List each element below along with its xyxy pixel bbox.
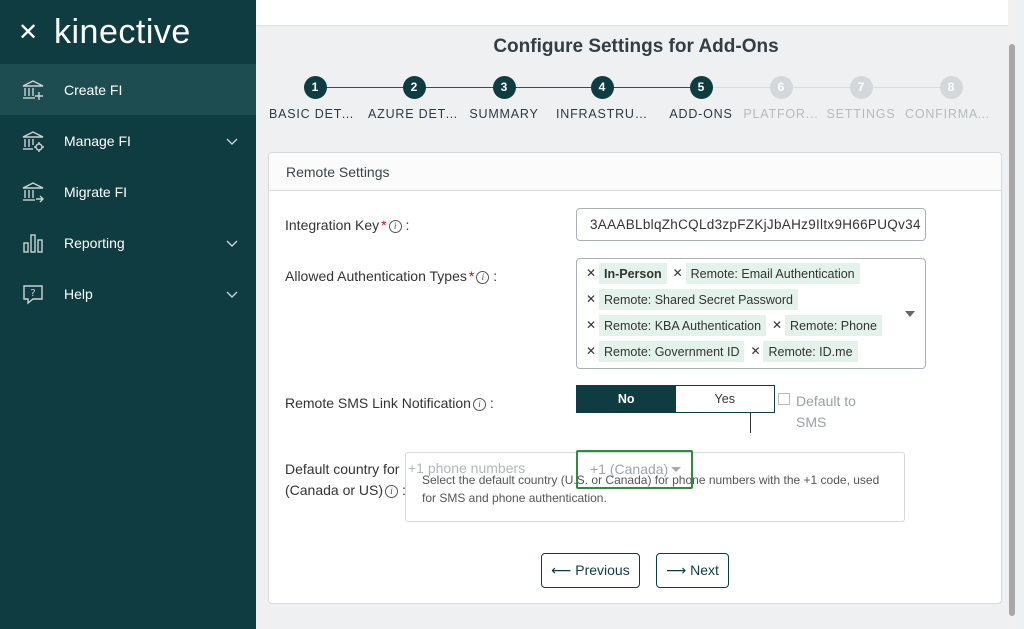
remove-tag-icon[interactable]: ✕	[583, 289, 599, 310]
sms-toggle: No Yes	[576, 385, 775, 413]
step-label: SUMMARY	[469, 107, 539, 121]
divider	[750, 413, 751, 433]
arrow-right-icon: ⟶	[666, 562, 687, 578]
auth-tag: ✕ Remote: ID.me	[747, 341, 858, 362]
step-number: 6	[769, 76, 793, 99]
auth-types-multiselect[interactable]: ✕ In-Person ✕ Remote: Email Authentication …	[576, 258, 926, 369]
auth-tag: ✕ Remote: Government ID	[583, 341, 745, 362]
step-number: 4	[590, 76, 614, 99]
remove-tag-icon[interactable]: ✕	[769, 315, 786, 336]
chevron-down-icon	[226, 133, 238, 149]
step-number: 1	[303, 76, 327, 99]
step-number: 5	[689, 76, 713, 99]
auth-tag: ✕ Remote: Shared Secret Password	[583, 289, 798, 310]
scrollbar[interactable]	[1008, 0, 1016, 629]
auth-tag: ✕ Remote: Email Authentication	[669, 263, 860, 284]
country-select[interactable]: +1 (Canada)	[576, 450, 693, 489]
auth-tag: ✕ In-Person	[583, 263, 667, 284]
step-infrastructure[interactable]: 4 INFRASTRUCT...	[556, 76, 648, 121]
integration-key-label: Integration Key * i :	[285, 217, 410, 233]
dropdown-arrow-icon	[671, 467, 681, 472]
auth-types-label: Allowed Authentication Types * i :	[285, 268, 498, 284]
page-title: Configure Settings for Add-Ons	[493, 36, 779, 57]
sidebar-item-create-fi[interactable]: Create FI	[0, 64, 256, 115]
kinective-logo: kinective	[54, 12, 191, 51]
step-platform: 6 PLATFOR...	[735, 76, 827, 121]
sidebar-item-reporting[interactable]: Reporting	[0, 217, 256, 268]
step-summary[interactable]: 3 SUMMARY	[458, 76, 550, 121]
sidebar-item-migrate-fi[interactable]: Migrate FI	[0, 166, 256, 217]
remove-tag-icon[interactable]: ✕	[583, 341, 599, 362]
country-label: Default country for (Canada or US) i :	[285, 461, 406, 498]
step-number: 3	[492, 76, 516, 99]
integration-key-input[interactable]: 3AAABLblqZhCQLd3zpFZKjJbAHz9Iltx9H66PUQv…	[576, 208, 926, 241]
help-bubble-icon: ?	[20, 281, 46, 307]
svg-text:?: ?	[30, 288, 35, 299]
remove-tag-icon[interactable]: ✕	[747, 341, 764, 362]
bank-plus-icon	[20, 77, 46, 103]
auth-tag: ✕ Remote: KBA Authentication	[583, 315, 767, 336]
info-icon[interactable]: i	[388, 220, 402, 233]
remove-tag-icon[interactable]: ✕	[583, 263, 599, 284]
auth-tag: ✕ Remote: Phone	[769, 315, 882, 336]
step-settings: 7 SETTINGS	[815, 76, 907, 121]
stepper: 1 BASIC DETA... 2 AZURE DETA... 3 SUMMAR…	[268, 76, 1013, 136]
remove-tag-icon[interactable]: ✕	[583, 315, 599, 336]
bar-chart-icon	[20, 230, 46, 256]
next-button[interactable]: ⟶ Next	[656, 553, 729, 588]
step-number: 7	[849, 76, 873, 99]
info-icon[interactable]: i	[385, 485, 399, 498]
step-label: ADD-ONS	[669, 107, 733, 121]
step-add-ons[interactable]: 5 ADD-ONS	[655, 76, 747, 121]
info-icon[interactable]: i	[476, 271, 490, 284]
main-content: Configure Settings for Add-Ons 1 BASIC D…	[256, 0, 1016, 629]
step-label: SETTINGS	[826, 107, 896, 121]
step-label: BASIC DETA...	[269, 107, 361, 121]
sidebar-header: ✕ kinective	[0, 0, 256, 64]
bank-arrow-icon	[20, 179, 46, 205]
remote-settings-card: Remote Settings Integration Key * i : 3AAA…	[268, 152, 1002, 604]
sidebar-item-label: Manage FI	[64, 132, 131, 149]
sms-label: Remote SMS Link Notification i :	[285, 395, 494, 411]
sidebar: ✕ kinective Create FI Manage FI Migrate …	[0, 0, 256, 629]
card-title: Remote Settings	[269, 153, 1001, 191]
country-value: +1 (Canada)	[590, 461, 669, 477]
default-to-sms-label: Default to SMS	[796, 393, 856, 430]
chevron-down-icon	[226, 235, 238, 251]
arrow-left-icon: ⟵	[551, 562, 572, 578]
required-marker: *	[381, 217, 387, 233]
bank-gear-icon	[20, 128, 46, 154]
chevron-down-icon	[226, 286, 238, 302]
required-marker: *	[468, 268, 475, 284]
top-bar	[256, 0, 1016, 26]
sms-option-no[interactable]: No	[577, 386, 676, 412]
step-confirmation: 8 CONFIRMATI...	[905, 76, 997, 121]
step-basic-details[interactable]: 1 BASIC DETA...	[269, 76, 361, 121]
sidebar-item-label: Create FI	[64, 81, 123, 98]
previous-button[interactable]: ⟵ Previous	[541, 553, 640, 588]
step-label: INFRASTRUCT...	[556, 107, 648, 121]
step-label: PLATFOR...	[743, 107, 819, 121]
dropdown-arrow-icon[interactable]	[905, 311, 915, 317]
close-icon[interactable]: ✕	[18, 20, 40, 44]
step-azure-details[interactable]: 2 AZURE DETA...	[368, 76, 460, 121]
sidebar-item-label: Help	[64, 285, 93, 302]
info-icon[interactable]: i	[472, 398, 486, 411]
sidebar-item-label: Reporting	[64, 234, 125, 251]
remove-tag-icon[interactable]: ✕	[669, 263, 686, 284]
step-label: AZURE DETA...	[368, 107, 460, 121]
scrollbar-thumb[interactable]	[1009, 44, 1015, 616]
step-label: CONFIRMATI...	[905, 107, 997, 121]
default-to-sms-checkbox[interactable]	[778, 393, 790, 405]
sidebar-item-label: Migrate FI	[64, 183, 128, 200]
sms-option-yes[interactable]: Yes	[675, 386, 774, 412]
step-number: 2	[402, 76, 426, 99]
sidebar-item-help[interactable]: ? Help	[0, 268, 256, 319]
sidebar-item-manage-fi[interactable]: Manage FI	[0, 115, 256, 166]
step-number: 8	[939, 76, 963, 99]
